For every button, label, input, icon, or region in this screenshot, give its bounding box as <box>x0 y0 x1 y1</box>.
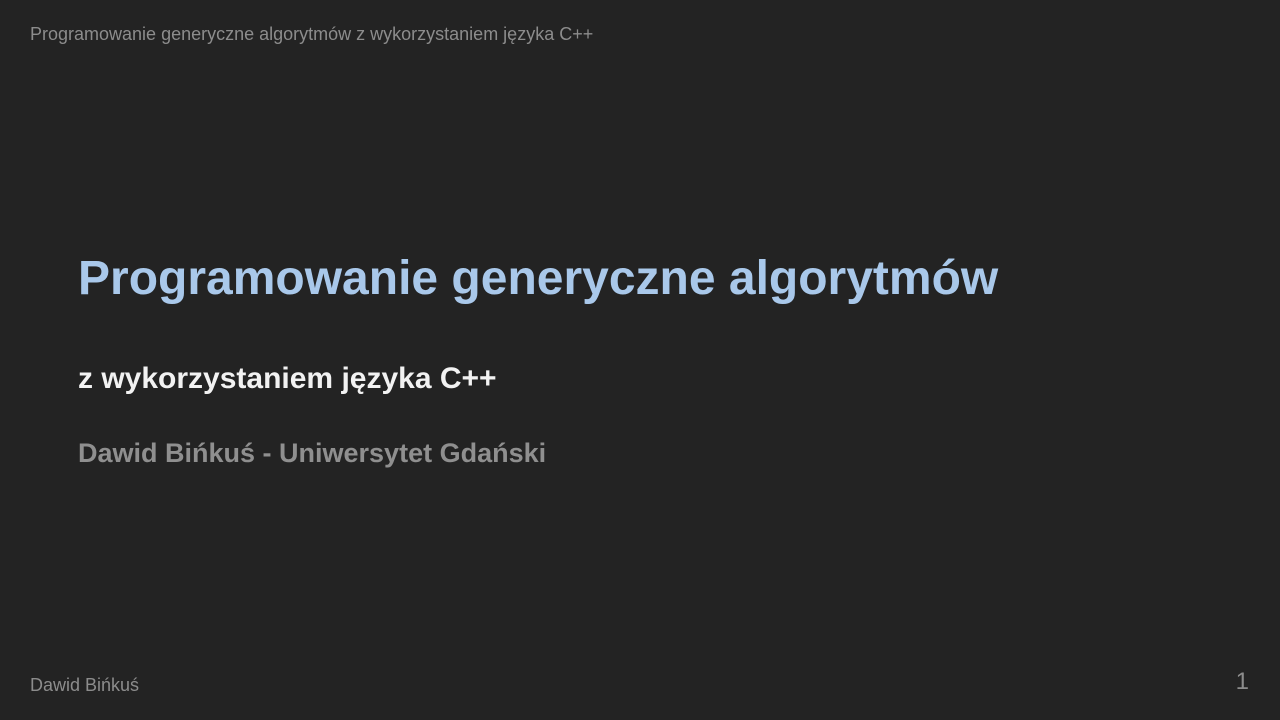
slide-subtitle: z wykorzystaniem języka C++ <box>78 362 497 395</box>
page-number: 1 <box>1235 668 1249 695</box>
presentation-slide: Programowanie generyczne algorytmów z wy… <box>0 0 1280 720</box>
slide-header-text: Programowanie generyczne algorytmów z wy… <box>30 24 594 44</box>
footer-author: Dawid Bińkuś <box>30 675 140 695</box>
author-affiliation: Dawid Bińkuś - Uniwersytet Gdański <box>78 438 547 468</box>
slide-title: Programowanie generyczne algorytmów <box>78 252 999 305</box>
